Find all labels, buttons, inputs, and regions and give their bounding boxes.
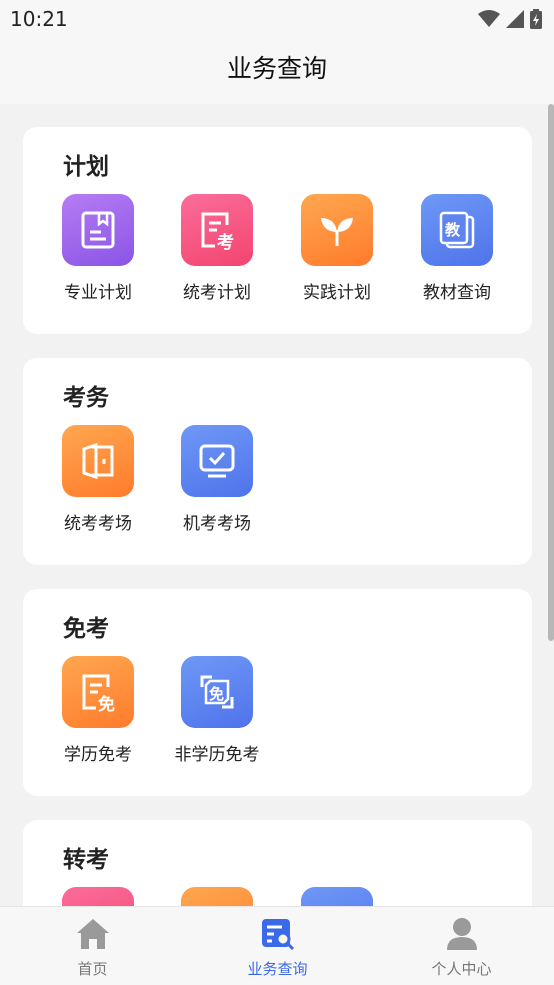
- item-label: 非学历免考: [174, 745, 260, 765]
- item-label: 机考考场: [183, 514, 251, 534]
- home-icon: [76, 919, 109, 949]
- transfer-form-icon: [181, 887, 253, 906]
- svg-text:免: 免: [209, 685, 224, 703]
- item-label: 专业计划: [64, 283, 132, 303]
- monitor-check-icon: [181, 425, 253, 497]
- status-time: 10:21: [10, 7, 68, 31]
- scrollbar[interactable]: [548, 104, 554, 641]
- person-icon: [446, 918, 477, 950]
- item-label: 实践计划: [303, 283, 371, 303]
- door-icon: [62, 425, 134, 497]
- section-title: 考务: [63, 385, 109, 411]
- section-title: 计划: [63, 154, 109, 180]
- exempt-badge-icon: 免: [181, 656, 253, 728]
- item-label: 学历免考: [64, 745, 132, 765]
- content-area[interactable]: 计划 专业计划 考 统考计划 实践计划 教 教材查询 考务 统考考场 机考考场 …: [0, 104, 554, 906]
- item-computer-exam-room[interactable]: 机考考场: [157, 425, 277, 534]
- status-icons: [478, 8, 542, 30]
- item-transfer-1[interactable]: [38, 887, 158, 906]
- svg-text:免: 免: [98, 694, 115, 713]
- tab-label: 首页: [77, 960, 108, 978]
- sprout-icon: [301, 194, 373, 266]
- exam-doc-icon: 考: [181, 194, 253, 266]
- signal-icon: [506, 10, 524, 28]
- item-unified-exam-plan[interactable]: 考 统考计划: [157, 194, 277, 303]
- item-degree-exemption[interactable]: 免 学历免考: [38, 656, 158, 765]
- exempt-doc-icon: 免: [62, 656, 134, 728]
- item-unified-exam-room[interactable]: 统考考场: [38, 425, 158, 534]
- section-title: 转考: [63, 847, 109, 873]
- tab-home[interactable]: 首页: [0, 907, 185, 985]
- item-label: 教材查询: [423, 283, 491, 303]
- svg-text:教: 教: [444, 221, 461, 239]
- section-card-exemption: 免考 免 学历免考 免 非学历免考: [23, 589, 532, 796]
- item-non-degree-exemption[interactable]: 免 非学历免考: [157, 656, 277, 765]
- transfer-card-icon: [301, 887, 373, 906]
- item-transfer-3[interactable]: [277, 887, 397, 906]
- tab-label: 业务查询: [247, 960, 308, 978]
- section-title: 免考: [63, 616, 109, 642]
- status-bar: 10:21: [0, 0, 554, 38]
- item-label: 统考计划: [183, 283, 251, 303]
- section-card-transfer: 转考: [23, 820, 532, 906]
- item-transfer-2[interactable]: [157, 887, 277, 906]
- transfer-doc-icon: [62, 887, 134, 906]
- section-card-exam-affairs: 考务 统考考场 机考考场: [23, 358, 532, 565]
- textbook-icon: 教: [421, 194, 493, 266]
- item-major-plan[interactable]: 专业计划: [38, 194, 158, 303]
- book-icon: [62, 194, 134, 266]
- wifi-icon: [478, 10, 500, 27]
- tab-personal-center[interactable]: 个人中心: [369, 907, 554, 985]
- svg-text:考: 考: [216, 232, 234, 251]
- bottom-tab-bar: 首页 业务查询 个人中心: [0, 906, 554, 985]
- item-label: 统考考场: [64, 514, 132, 534]
- section-card-plan: 计划 专业计划 考 统考计划 实践计划 教 教材查询: [23, 127, 532, 334]
- tab-business-query[interactable]: 业务查询: [185, 907, 370, 985]
- business-search-icon: [261, 919, 294, 951]
- battery-icon: [530, 9, 542, 29]
- page-title: 业务查询: [0, 38, 554, 104]
- item-practice-plan[interactable]: 实践计划: [277, 194, 397, 303]
- tab-label: 个人中心: [431, 960, 492, 978]
- item-textbook-query[interactable]: 教 教材查询: [397, 194, 517, 303]
